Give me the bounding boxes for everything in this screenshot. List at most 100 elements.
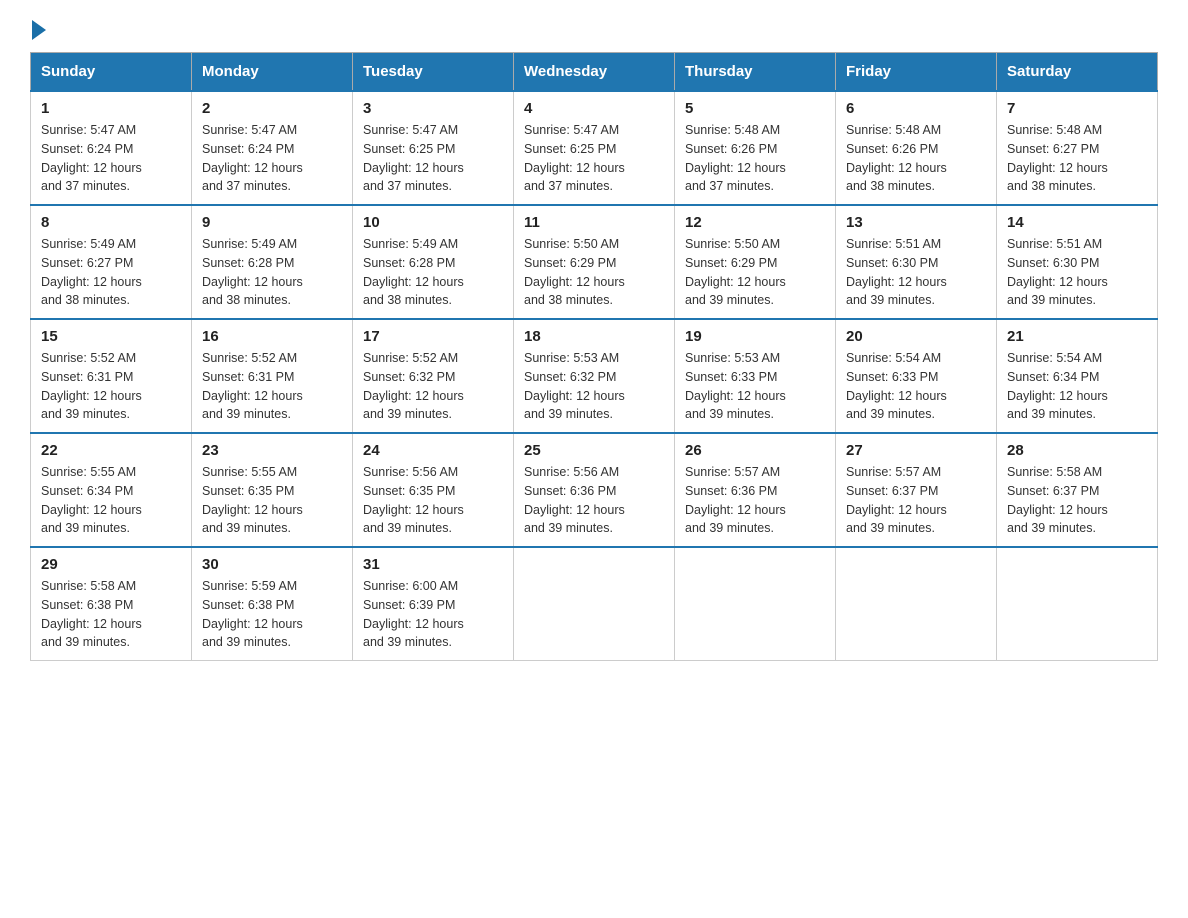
- day-info: Sunrise: 5:49 AM Sunset: 6:28 PM Dayligh…: [202, 235, 342, 310]
- day-info: Sunrise: 5:50 AM Sunset: 6:29 PM Dayligh…: [524, 235, 664, 310]
- day-number: 28: [1007, 442, 1147, 459]
- day-number: 21: [1007, 328, 1147, 345]
- day-info: Sunrise: 5:57 AM Sunset: 6:37 PM Dayligh…: [846, 463, 986, 538]
- calendar-header-row: SundayMondayTuesdayWednesdayThursdayFrid…: [31, 53, 1158, 92]
- day-number: 15: [41, 328, 181, 345]
- day-number: 16: [202, 328, 342, 345]
- calendar-header-sunday: Sunday: [31, 53, 192, 92]
- day-info: Sunrise: 5:47 AM Sunset: 6:24 PM Dayligh…: [202, 121, 342, 196]
- day-info: Sunrise: 5:58 AM Sunset: 6:38 PM Dayligh…: [41, 577, 181, 652]
- logo: [30, 24, 46, 40]
- day-number: 11: [524, 214, 664, 231]
- day-number: 19: [685, 328, 825, 345]
- day-info: Sunrise: 5:52 AM Sunset: 6:32 PM Dayligh…: [363, 349, 503, 424]
- day-number: 18: [524, 328, 664, 345]
- week-row-4: 22 Sunrise: 5:55 AM Sunset: 6:34 PM Dayl…: [31, 433, 1158, 547]
- day-number: 22: [41, 442, 181, 459]
- calendar-cell: 9 Sunrise: 5:49 AM Sunset: 6:28 PM Dayli…: [192, 205, 353, 319]
- day-number: 9: [202, 214, 342, 231]
- day-info: Sunrise: 5:58 AM Sunset: 6:37 PM Dayligh…: [1007, 463, 1147, 538]
- day-number: 6: [846, 100, 986, 117]
- day-info: Sunrise: 5:54 AM Sunset: 6:34 PM Dayligh…: [1007, 349, 1147, 424]
- week-row-5: 29 Sunrise: 5:58 AM Sunset: 6:38 PM Dayl…: [31, 547, 1158, 661]
- day-info: Sunrise: 5:47 AM Sunset: 6:25 PM Dayligh…: [363, 121, 503, 196]
- day-info: Sunrise: 5:49 AM Sunset: 6:27 PM Dayligh…: [41, 235, 181, 310]
- calendar-cell: 8 Sunrise: 5:49 AM Sunset: 6:27 PM Dayli…: [31, 205, 192, 319]
- day-number: 3: [363, 100, 503, 117]
- calendar-cell: 30 Sunrise: 5:59 AM Sunset: 6:38 PM Dayl…: [192, 547, 353, 661]
- day-info: Sunrise: 5:56 AM Sunset: 6:35 PM Dayligh…: [363, 463, 503, 538]
- day-info: Sunrise: 5:57 AM Sunset: 6:36 PM Dayligh…: [685, 463, 825, 538]
- calendar-header-thursday: Thursday: [675, 53, 836, 92]
- calendar-header-tuesday: Tuesday: [353, 53, 514, 92]
- day-info: Sunrise: 5:53 AM Sunset: 6:33 PM Dayligh…: [685, 349, 825, 424]
- calendar-cell: [675, 547, 836, 661]
- calendar-cell: 25 Sunrise: 5:56 AM Sunset: 6:36 PM Dayl…: [514, 433, 675, 547]
- calendar-header-wednesday: Wednesday: [514, 53, 675, 92]
- calendar-cell: 2 Sunrise: 5:47 AM Sunset: 6:24 PM Dayli…: [192, 91, 353, 205]
- calendar-cell: 20 Sunrise: 5:54 AM Sunset: 6:33 PM Dayl…: [836, 319, 997, 433]
- day-number: 23: [202, 442, 342, 459]
- calendar-header-friday: Friday: [836, 53, 997, 92]
- day-number: 12: [685, 214, 825, 231]
- day-number: 1: [41, 100, 181, 117]
- day-number: 25: [524, 442, 664, 459]
- day-number: 27: [846, 442, 986, 459]
- day-number: 7: [1007, 100, 1147, 117]
- calendar-cell: 18 Sunrise: 5:53 AM Sunset: 6:32 PM Dayl…: [514, 319, 675, 433]
- day-info: Sunrise: 6:00 AM Sunset: 6:39 PM Dayligh…: [363, 577, 503, 652]
- day-info: Sunrise: 5:52 AM Sunset: 6:31 PM Dayligh…: [41, 349, 181, 424]
- day-number: 5: [685, 100, 825, 117]
- calendar-cell: 12 Sunrise: 5:50 AM Sunset: 6:29 PM Dayl…: [675, 205, 836, 319]
- day-number: 24: [363, 442, 503, 459]
- day-info: Sunrise: 5:52 AM Sunset: 6:31 PM Dayligh…: [202, 349, 342, 424]
- day-info: Sunrise: 5:53 AM Sunset: 6:32 PM Dayligh…: [524, 349, 664, 424]
- day-number: 8: [41, 214, 181, 231]
- day-number: 31: [363, 556, 503, 573]
- day-number: 30: [202, 556, 342, 573]
- day-info: Sunrise: 5:47 AM Sunset: 6:25 PM Dayligh…: [524, 121, 664, 196]
- day-number: 10: [363, 214, 503, 231]
- calendar-cell: 31 Sunrise: 6:00 AM Sunset: 6:39 PM Dayl…: [353, 547, 514, 661]
- calendar-cell: 28 Sunrise: 5:58 AM Sunset: 6:37 PM Dayl…: [997, 433, 1158, 547]
- calendar-cell: 7 Sunrise: 5:48 AM Sunset: 6:27 PM Dayli…: [997, 91, 1158, 205]
- calendar-cell: 10 Sunrise: 5:49 AM Sunset: 6:28 PM Dayl…: [353, 205, 514, 319]
- calendar-header-saturday: Saturday: [997, 53, 1158, 92]
- day-number: 26: [685, 442, 825, 459]
- calendar-cell: 6 Sunrise: 5:48 AM Sunset: 6:26 PM Dayli…: [836, 91, 997, 205]
- day-info: Sunrise: 5:55 AM Sunset: 6:34 PM Dayligh…: [41, 463, 181, 538]
- day-number: 2: [202, 100, 342, 117]
- calendar-cell: 3 Sunrise: 5:47 AM Sunset: 6:25 PM Dayli…: [353, 91, 514, 205]
- calendar-cell: 15 Sunrise: 5:52 AM Sunset: 6:31 PM Dayl…: [31, 319, 192, 433]
- week-row-1: 1 Sunrise: 5:47 AM Sunset: 6:24 PM Dayli…: [31, 91, 1158, 205]
- calendar-cell: [836, 547, 997, 661]
- day-info: Sunrise: 5:49 AM Sunset: 6:28 PM Dayligh…: [363, 235, 503, 310]
- day-number: 29: [41, 556, 181, 573]
- day-info: Sunrise: 5:59 AM Sunset: 6:38 PM Dayligh…: [202, 577, 342, 652]
- calendar-cell: 13 Sunrise: 5:51 AM Sunset: 6:30 PM Dayl…: [836, 205, 997, 319]
- day-info: Sunrise: 5:56 AM Sunset: 6:36 PM Dayligh…: [524, 463, 664, 538]
- day-info: Sunrise: 5:48 AM Sunset: 6:27 PM Dayligh…: [1007, 121, 1147, 196]
- calendar-cell: 1 Sunrise: 5:47 AM Sunset: 6:24 PM Dayli…: [31, 91, 192, 205]
- day-number: 4: [524, 100, 664, 117]
- day-info: Sunrise: 5:51 AM Sunset: 6:30 PM Dayligh…: [1007, 235, 1147, 310]
- calendar-cell: 4 Sunrise: 5:47 AM Sunset: 6:25 PM Dayli…: [514, 91, 675, 205]
- week-row-3: 15 Sunrise: 5:52 AM Sunset: 6:31 PM Dayl…: [31, 319, 1158, 433]
- calendar-header-monday: Monday: [192, 53, 353, 92]
- calendar-table: SundayMondayTuesdayWednesdayThursdayFrid…: [30, 52, 1158, 661]
- calendar-cell: 21 Sunrise: 5:54 AM Sunset: 6:34 PM Dayl…: [997, 319, 1158, 433]
- calendar-cell: 29 Sunrise: 5:58 AM Sunset: 6:38 PM Dayl…: [31, 547, 192, 661]
- day-info: Sunrise: 5:48 AM Sunset: 6:26 PM Dayligh…: [685, 121, 825, 196]
- calendar-cell: 11 Sunrise: 5:50 AM Sunset: 6:29 PM Dayl…: [514, 205, 675, 319]
- logo-arrow-icon: [32, 20, 46, 40]
- page-header: [30, 20, 1158, 40]
- day-number: 13: [846, 214, 986, 231]
- calendar-cell: 17 Sunrise: 5:52 AM Sunset: 6:32 PM Dayl…: [353, 319, 514, 433]
- calendar-cell: [997, 547, 1158, 661]
- calendar-cell: 27 Sunrise: 5:57 AM Sunset: 6:37 PM Dayl…: [836, 433, 997, 547]
- day-number: 20: [846, 328, 986, 345]
- calendar-cell: 5 Sunrise: 5:48 AM Sunset: 6:26 PM Dayli…: [675, 91, 836, 205]
- calendar-cell: 14 Sunrise: 5:51 AM Sunset: 6:30 PM Dayl…: [997, 205, 1158, 319]
- day-info: Sunrise: 5:47 AM Sunset: 6:24 PM Dayligh…: [41, 121, 181, 196]
- calendar-cell: 23 Sunrise: 5:55 AM Sunset: 6:35 PM Dayl…: [192, 433, 353, 547]
